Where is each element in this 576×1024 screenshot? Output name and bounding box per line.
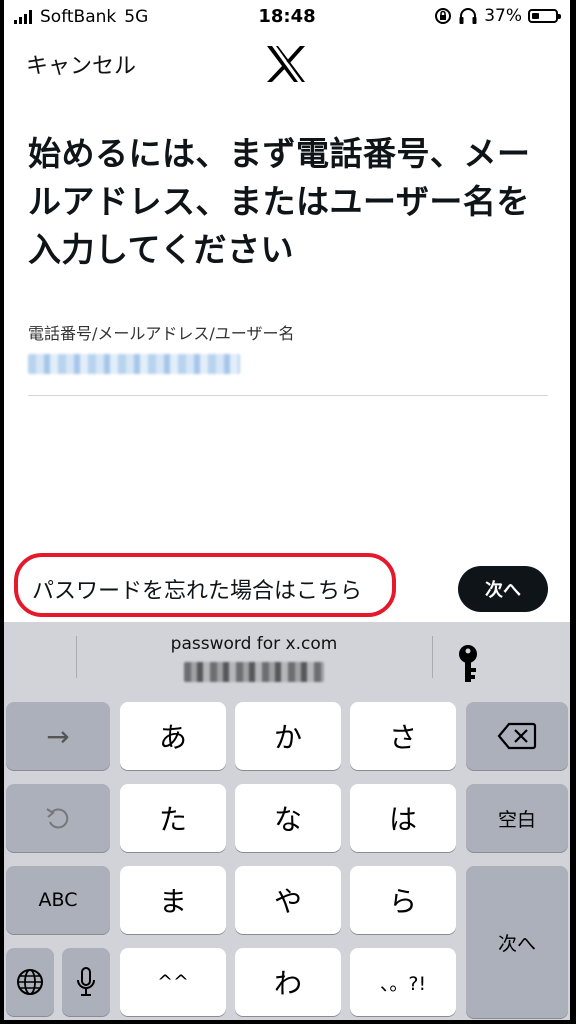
- quicktype-divider: [432, 636, 433, 678]
- backspace-icon: [497, 722, 537, 750]
- globe-icon: [17, 969, 43, 995]
- quicktype-divider: [76, 636, 77, 678]
- key-a[interactable]: あ: [120, 702, 226, 770]
- key-wa[interactable]: わ: [235, 948, 341, 1016]
- status-right: 37%: [434, 6, 561, 26]
- key-sa[interactable]: さ: [350, 702, 456, 770]
- orientation-lock-icon: [435, 8, 452, 24]
- key-ra[interactable]: ら: [350, 866, 456, 934]
- key-ta[interactable]: た: [120, 784, 226, 852]
- username-field-underline: [28, 395, 548, 396]
- password-suggestion-value-redacted[interactable]: [184, 662, 324, 682]
- password-suggestion-title[interactable]: password for x.com: [78, 634, 430, 654]
- delete-key[interactable]: [466, 702, 568, 770]
- x-logo-icon: [267, 46, 305, 82]
- undo-icon: [46, 808, 69, 829]
- cancel-button[interactable]: キャンセル: [26, 48, 136, 80]
- key-icon[interactable]: [456, 644, 480, 684]
- enter-key[interactable]: 次へ: [466, 866, 568, 1018]
- username-field-label: 電話番号/メールアドレス/ユーザー名: [28, 324, 295, 343]
- screen: SoftBank 5G 18:48 37% キャンセル 始めるには、まず電話番号…: [4, 0, 570, 1020]
- emoticon-key[interactable]: ^^: [120, 948, 226, 1016]
- key-ya[interactable]: や: [235, 866, 341, 934]
- key-ha[interactable]: は: [350, 784, 456, 852]
- username-field-value-redacted[interactable]: [28, 354, 240, 374]
- abc-key[interactable]: ABC: [6, 866, 110, 934]
- key-ka[interactable]: か: [235, 702, 341, 770]
- forgot-password-link[interactable]: パスワードを忘れた場合はこちら: [32, 573, 362, 605]
- punctuation-key[interactable]: 、。?!: [350, 948, 456, 1016]
- quicktype-bar: password for x.com: [4, 622, 570, 694]
- headphones-icon: [459, 8, 477, 24]
- microphone-key[interactable]: [62, 948, 110, 1016]
- undo-key[interactable]: [6, 784, 110, 852]
- battery-percent: 37%: [484, 6, 522, 26]
- key-ma[interactable]: ま: [120, 866, 226, 934]
- key-na[interactable]: な: [235, 784, 341, 852]
- globe-key[interactable]: [6, 948, 54, 1016]
- arrow-key[interactable]: →: [6, 702, 110, 770]
- microphone-icon: [77, 967, 95, 996]
- next-button[interactable]: 次へ: [458, 566, 548, 612]
- page-title: 始めるには、まず電話番号、メールアドレス、またはユーザー名を入力してください: [28, 134, 531, 269]
- status-bar: SoftBank 5G 18:48 37%: [4, 0, 570, 34]
- battery-icon: [528, 9, 561, 23]
- forgot-password-highlight: パスワードを忘れた場合はこちら: [14, 553, 396, 617]
- keyboard: password for x.com → あ か さ た な は 空白 ABC …: [4, 622, 570, 1020]
- space-key[interactable]: 空白: [466, 784, 568, 852]
